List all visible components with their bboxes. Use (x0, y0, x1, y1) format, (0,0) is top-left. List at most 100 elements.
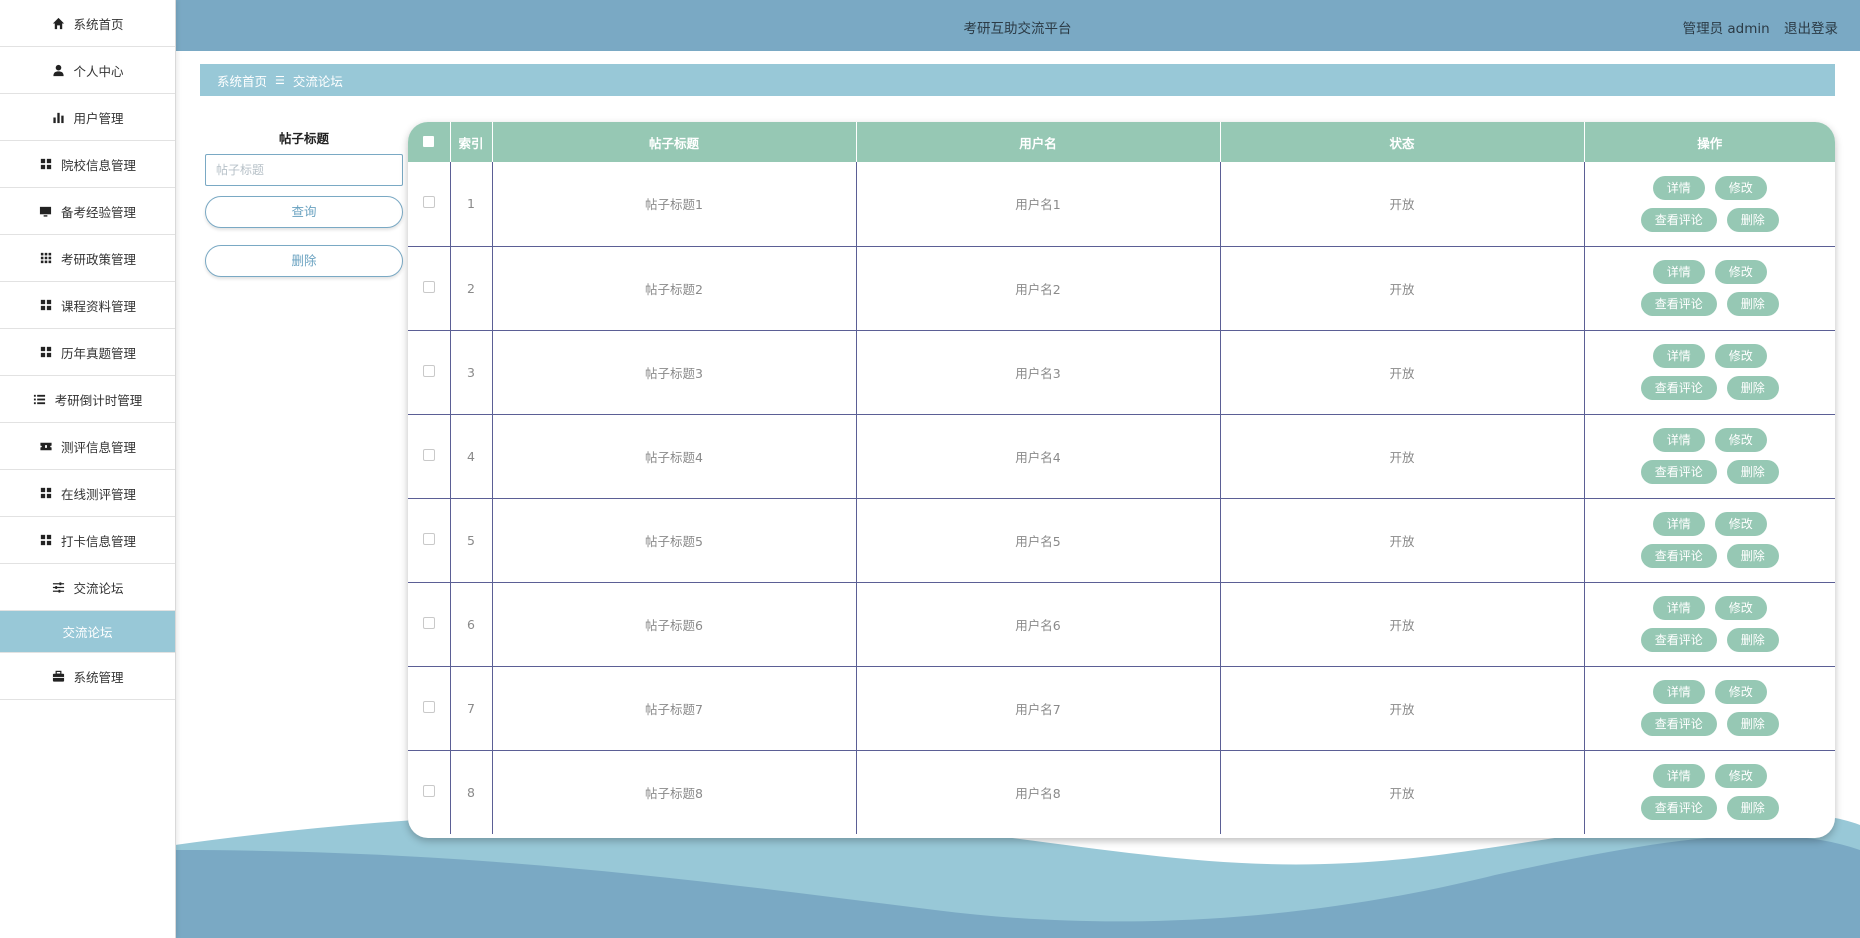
detail-button[interactable]: 详情 (1652, 260, 1705, 284)
sidebar-item-0[interactable]: 系统首页 (0, 0, 175, 47)
edit-button[interactable]: 修改 (1714, 428, 1767, 452)
delete-button[interactable]: 删除 (1726, 376, 1779, 400)
row-status: 开放 (1220, 414, 1585, 499)
sidebar-item-label: 考研政策管理 (60, 251, 136, 267)
sidebar-item-label: 打卡信息管理 (60, 533, 136, 549)
select-all-checkbox[interactable] (408, 122, 451, 162)
sidebar-item-7[interactable]: 历年真题管理 (0, 329, 175, 376)
sidebar: 系统首页 个人中心用户管理院校信息管理备考经验管理考研政策管理 课程资料管理 历年真题… (0, 0, 176, 938)
detail-button[interactable]: 详情 (1652, 764, 1705, 789)
sidebar-item-2[interactable]: 用户管理 (0, 94, 175, 141)
row-checkbox[interactable] (408, 750, 451, 834)
delete-button[interactable]: 删除 (1726, 292, 1779, 316)
row-index: 4 (450, 414, 493, 499)
list-icon (33, 392, 47, 406)
sidebar-item-9[interactable]: 测评信息管理 (0, 423, 175, 470)
edit-button[interactable]: 修改 (1714, 596, 1767, 620)
view-comments-button[interactable]: 查看评论 (1640, 544, 1717, 568)
sidebar-item-4[interactable]: 备考经验管理 (0, 188, 175, 235)
sidebar-subitem-forum[interactable]: 交流论坛 (0, 611, 175, 653)
sidebar-item-10[interactable]: 在线测评管理 (0, 470, 175, 517)
row-status: 开放 (1220, 246, 1585, 331)
sidebar-item-system[interactable]: 系统管理 (0, 653, 175, 700)
logout-link[interactable]: 退出登录 (1784, 21, 1838, 37)
sidebar-item-label: 历年真题管理 (60, 345, 136, 361)
delete-button[interactable]: 删除 (1726, 460, 1779, 484)
row-checkbox[interactable] (408, 246, 451, 331)
row-actions: 详情 修改查看评论 删除 (1584, 666, 1835, 751)
sidebar-item-5[interactable]: 考研政策管理 (0, 235, 175, 282)
app-title: 考研互助交流平台 (963, 21, 1072, 37)
batch-delete-button[interactable]: 删除 (205, 245, 403, 277)
sidebar-item-3[interactable]: 院校信息管理 (0, 141, 175, 188)
query-button[interactable]: 查询 (205, 196, 403, 228)
sidebar-item-label: 系统管理 (73, 669, 124, 685)
sidebar-item-6[interactable]: 课程资料管理 (0, 282, 175, 329)
view-comments-button[interactable]: 查看评论 (1640, 292, 1717, 316)
sidebar-item-1[interactable]: 个人中心 (0, 47, 175, 94)
table-row: 7 帖子标题7 用户名7 开放 详情 修改 查看评论 删除 (408, 666, 1835, 751)
sliders-icon (51, 580, 65, 594)
edit-button[interactable]: 修改 (1714, 512, 1767, 536)
view-comments-button[interactable]: 查看评论 (1640, 376, 1717, 400)
row-actions: 详情 修改查看评论 删除 (1584, 750, 1835, 834)
forum-table-card: 索引 帖子标题 用户名 状态 操作 1 帖子标题1 用户名1 开放 详情 修改 查看评论 删除… (408, 122, 1835, 838)
admin-label: 管理员 admin (1682, 21, 1770, 37)
row-checkbox[interactable] (408, 414, 451, 499)
view-comments-button[interactable]: 查看评论 (1640, 628, 1717, 652)
row-username: 用户名7 (856, 666, 1221, 751)
view-comments-button[interactable]: 查看评论 (1640, 712, 1717, 736)
row-status: 开放 (1220, 750, 1585, 834)
sidebar-item-8[interactable]: 考研倒计时管理 (0, 376, 175, 423)
row-post-title: 帖子标题6 (492, 582, 857, 667)
detail-button[interactable]: 详情 (1652, 175, 1705, 200)
row-checkbox[interactable] (408, 582, 451, 667)
view-comments-button[interactable]: 查看评论 (1640, 207, 1717, 232)
bar-chart-icon (51, 110, 65, 124)
delete-button[interactable]: 删除 (1726, 796, 1779, 821)
sidebar-item-11[interactable]: 打卡信息管理 (0, 517, 175, 564)
delete-button[interactable]: 删除 (1726, 712, 1779, 736)
row-checkbox[interactable] (408, 330, 451, 415)
row-checkbox[interactable] (408, 162, 451, 247)
row-status: 开放 (1220, 582, 1585, 667)
breadcrumb-current: 交流论坛 (292, 73, 343, 89)
row-post-title: 帖子标题5 (492, 498, 857, 583)
breadcrumb: 系统首页 ☰ 交流论坛 (200, 64, 1835, 96)
row-status: 开放 (1220, 162, 1585, 247)
delete-button[interactable]: 删除 (1726, 628, 1779, 652)
view-comments-button[interactable]: 查看评论 (1640, 460, 1717, 484)
detail-button[interactable]: 详情 (1652, 512, 1705, 536)
detail-button[interactable]: 详情 (1652, 680, 1705, 704)
edit-button[interactable]: 修改 (1714, 260, 1767, 284)
col-status: 状态 (1220, 122, 1585, 162)
edit-button[interactable]: 修改 (1714, 175, 1767, 200)
edit-button[interactable]: 修改 (1714, 680, 1767, 704)
post-title-search-input[interactable] (205, 154, 403, 186)
ticket-icon (39, 439, 53, 453)
sidebar-item-12[interactable]: 交流论坛 (0, 564, 175, 611)
sidebar-item-label: 院校信息管理 (60, 157, 136, 173)
apps-icon (39, 251, 53, 265)
table-header-row: 索引 帖子标题 用户名 状态 操作 (408, 122, 1835, 162)
detail-button[interactable]: 详情 (1652, 428, 1705, 452)
row-actions: 详情 修改查看评论 删除 (1584, 330, 1835, 415)
table-row: 2 帖子标题2 用户名2 开放 详情 修改 查看评论 删除 (408, 246, 1835, 331)
view-comments-button[interactable]: 查看评论 (1640, 796, 1717, 821)
sidebar-item-label: 用户管理 (73, 110, 124, 126)
row-username: 用户名4 (856, 414, 1221, 499)
delete-button[interactable]: 删除 (1726, 207, 1779, 232)
detail-button[interactable]: 详情 (1652, 596, 1705, 620)
row-checkbox[interactable] (408, 666, 451, 751)
sidebar-item-label: 课程资料管理 (60, 298, 136, 314)
row-actions: 详情 修改查看评论 删除 (1584, 162, 1835, 247)
breadcrumb-home[interactable]: 系统首页 (217, 71, 267, 90)
edit-button[interactable]: 修改 (1714, 344, 1767, 368)
edit-button[interactable]: 修改 (1714, 764, 1767, 789)
row-username: 用户名8 (856, 750, 1221, 834)
detail-button[interactable]: 详情 (1652, 344, 1705, 368)
delete-button[interactable]: 删除 (1726, 544, 1779, 568)
grid-icon (39, 486, 53, 500)
row-username: 用户名3 (856, 330, 1221, 415)
row-checkbox[interactable] (408, 498, 451, 583)
